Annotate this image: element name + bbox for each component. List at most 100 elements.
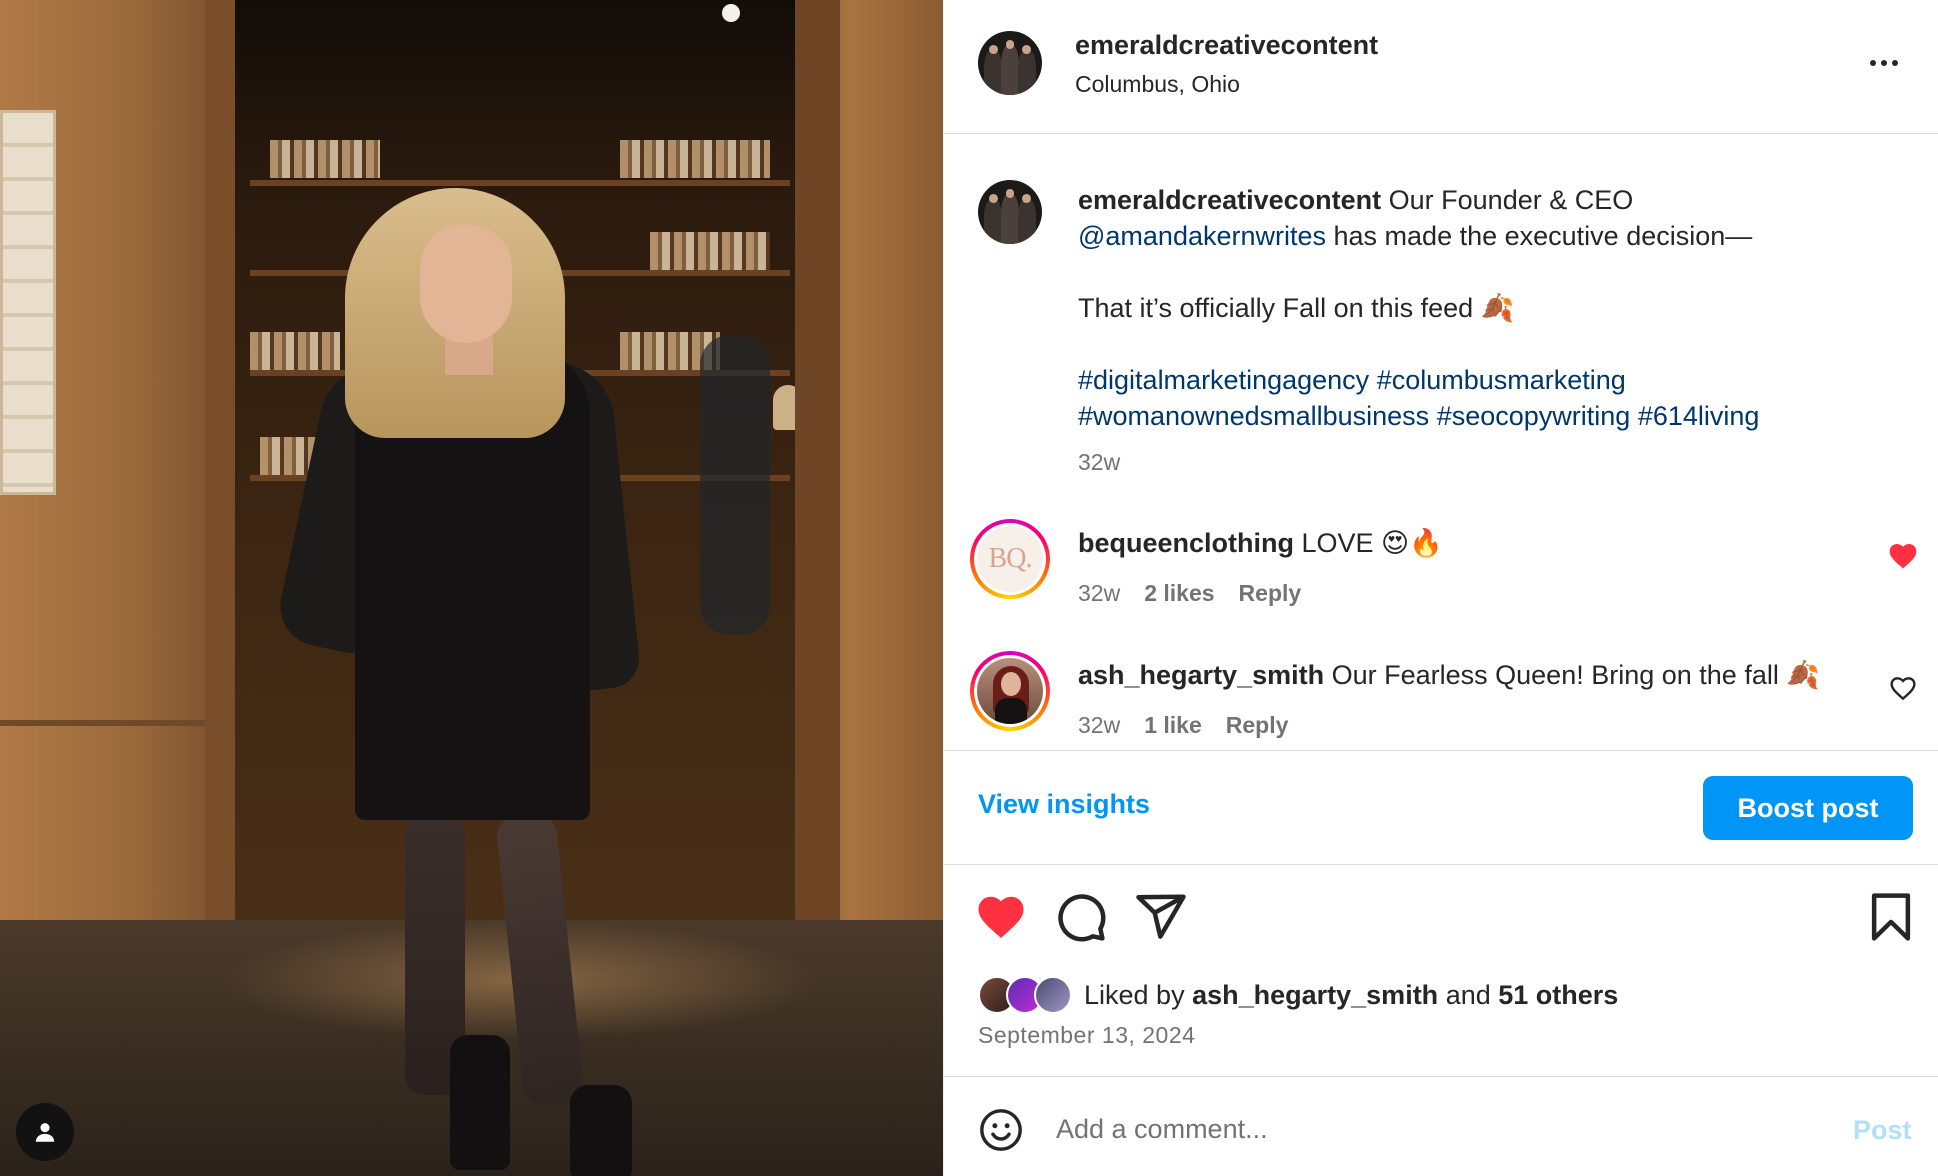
avatar-figure xyxy=(1001,45,1019,95)
reply-button[interactable]: Reply xyxy=(1239,580,1302,607)
commenter-avatar[interactable]: BQ. xyxy=(970,519,1050,599)
hashtag[interactable]: #womanownedsmallbusiness xyxy=(1078,401,1429,431)
post-header: emeraldcreativecontent Columbus, Ohio xyxy=(944,0,1938,134)
action-bar xyxy=(944,890,1938,950)
bookshelf xyxy=(250,180,790,186)
liker-avatar xyxy=(1034,976,1072,1014)
books xyxy=(650,232,770,270)
comment-body: LOVE 😍🔥 xyxy=(1294,528,1443,558)
avatar-figure xyxy=(1017,199,1036,244)
comment-username[interactable]: bequeenclothing xyxy=(1078,528,1294,558)
boost-post-button[interactable]: Boost post xyxy=(1703,776,1913,840)
door-frame xyxy=(205,0,235,920)
hashtag[interactable]: #seocopywriting xyxy=(1437,401,1631,431)
comment-meta: 32w 2 likes Reply xyxy=(1078,580,1301,607)
comment-item: ash_hegarty_smith Our Fearless Queen! Br… xyxy=(944,647,1938,757)
avatar-head xyxy=(988,194,998,204)
comment-text: ash_hegarty_smith Our Fearless Queen! Br… xyxy=(1078,659,1820,691)
comment-text: bequeenclothing LOVE 😍🔥 xyxy=(1078,527,1443,559)
bookmark-icon[interactable] xyxy=(1864,890,1918,944)
share-icon[interactable] xyxy=(1134,890,1188,944)
caption-line: emeraldcreativecontent Our Founder & CEO xyxy=(1078,182,1898,218)
woman-boot xyxy=(570,1085,632,1176)
caption-text: has made the executive decision— xyxy=(1326,221,1753,251)
wall-art xyxy=(0,110,56,495)
comment-likes[interactable]: 2 likes xyxy=(1144,580,1214,607)
background-person xyxy=(700,335,770,635)
likes-others[interactable]: 51 others xyxy=(1498,980,1618,1010)
likes-summary: Liked by ash_hegarty_smith and 51 others xyxy=(978,975,1618,1015)
dot xyxy=(1870,60,1876,66)
author-username[interactable]: emeraldcreativecontent xyxy=(1075,30,1378,61)
comment-meta: 32w 1 like Reply xyxy=(1078,712,1288,739)
avatar-head xyxy=(988,45,998,55)
books xyxy=(250,332,340,370)
avatar-figure xyxy=(1001,194,1019,244)
comment-icon[interactable] xyxy=(1054,890,1108,944)
commenter-avatar[interactable] xyxy=(970,651,1050,731)
comment-time[interactable]: 32w xyxy=(1078,712,1120,739)
comment-bar: Post xyxy=(944,1076,1938,1176)
caption-text: Our Founder & CEO xyxy=(1381,185,1634,215)
door-frame xyxy=(795,0,840,920)
caption-username[interactable]: emeraldcreativecontent xyxy=(1078,185,1381,215)
hashtag-line: #womanownedsmallbusiness #seocopywriting… xyxy=(1078,398,1898,434)
caption-line: That it’s officially Fall on this feed 🍂 xyxy=(1078,293,1515,323)
photo-detail xyxy=(1001,672,1021,696)
comment-item: BQ. bequeenclothing LOVE 😍🔥 32w 2 likes … xyxy=(944,515,1938,625)
post-date[interactable]: September 13, 2024 xyxy=(978,1022,1195,1049)
comment-body: Our Fearless Queen! Bring on the fall 🍂 xyxy=(1324,660,1820,690)
liker-username[interactable]: ash_hegarty_smith xyxy=(1192,980,1438,1010)
post-location[interactable]: Columbus, Ohio xyxy=(1075,71,1240,98)
post-details-panel: emeraldcreativecontent Columbus, Ohio em… xyxy=(943,0,1938,1176)
emoji-icon[interactable] xyxy=(978,1107,1024,1153)
hashtag-line: #digitalmarketingagency #columbusmarketi… xyxy=(1078,362,1898,398)
ash-photo xyxy=(977,658,1043,724)
reply-button[interactable]: Reply xyxy=(1226,712,1289,739)
woman-boot xyxy=(450,1035,510,1170)
books xyxy=(270,140,380,178)
books xyxy=(620,140,770,178)
post-caption: emeraldcreativecontent Our Founder & CEO… xyxy=(1078,182,1898,434)
liker-avatars[interactable] xyxy=(978,976,1072,1014)
hashtag[interactable]: #digitalmarketingagency xyxy=(1078,365,1369,395)
caption-mention[interactable]: @amandakernwrites xyxy=(1078,221,1326,251)
caption-line: @amandakernwrites has made the executive… xyxy=(1078,218,1898,254)
heart-filled-icon[interactable] xyxy=(974,890,1028,944)
avatar-frame: BQ. xyxy=(974,523,1046,595)
comment-username[interactable]: ash_hegarty_smith xyxy=(1078,660,1324,690)
user-tag-button[interactable] xyxy=(16,1103,74,1161)
hashtag[interactable]: #614living xyxy=(1638,401,1760,431)
heart-outline-icon[interactable] xyxy=(1887,672,1919,704)
likes-middle: and xyxy=(1438,979,1499,1010)
photo-detail xyxy=(995,698,1027,724)
author-avatar[interactable] xyxy=(978,31,1042,95)
comment-input[interactable] xyxy=(1056,1103,1756,1155)
ceiling-light xyxy=(722,4,740,22)
dot xyxy=(1892,60,1898,66)
hashtag[interactable]: #columbusmarketing xyxy=(1377,365,1626,395)
heart-filled-icon[interactable] xyxy=(1887,540,1919,572)
user-tag-icon xyxy=(35,1123,55,1142)
wall-panel-line xyxy=(0,720,218,726)
post-photo[interactable] xyxy=(0,0,943,1176)
insights-bar: View insights Boost post xyxy=(944,750,1938,865)
caption-timestamp[interactable]: 32w xyxy=(1078,449,1120,476)
post-comment-button[interactable]: Post xyxy=(1853,1115,1912,1146)
avatar-frame xyxy=(974,655,1046,727)
avatar-figure xyxy=(1017,50,1036,95)
comment-time[interactable]: 32w xyxy=(1078,580,1120,607)
more-options-icon[interactable] xyxy=(1864,48,1904,78)
likes-prefix: Liked by xyxy=(1084,979,1193,1010)
view-insights-link[interactable]: View insights xyxy=(978,789,1150,820)
avatar-figure xyxy=(984,199,1003,244)
woman-face xyxy=(420,225,512,343)
likes-text: Liked by ash_hegarty_smith and 51 others xyxy=(1084,980,1618,1011)
comment-likes[interactable]: 1 like xyxy=(1144,712,1202,739)
caption-author-avatar[interactable] xyxy=(978,180,1042,244)
bequeen-logo: BQ. xyxy=(977,526,1043,592)
avatar-figure xyxy=(984,50,1003,95)
dot xyxy=(1881,60,1887,66)
